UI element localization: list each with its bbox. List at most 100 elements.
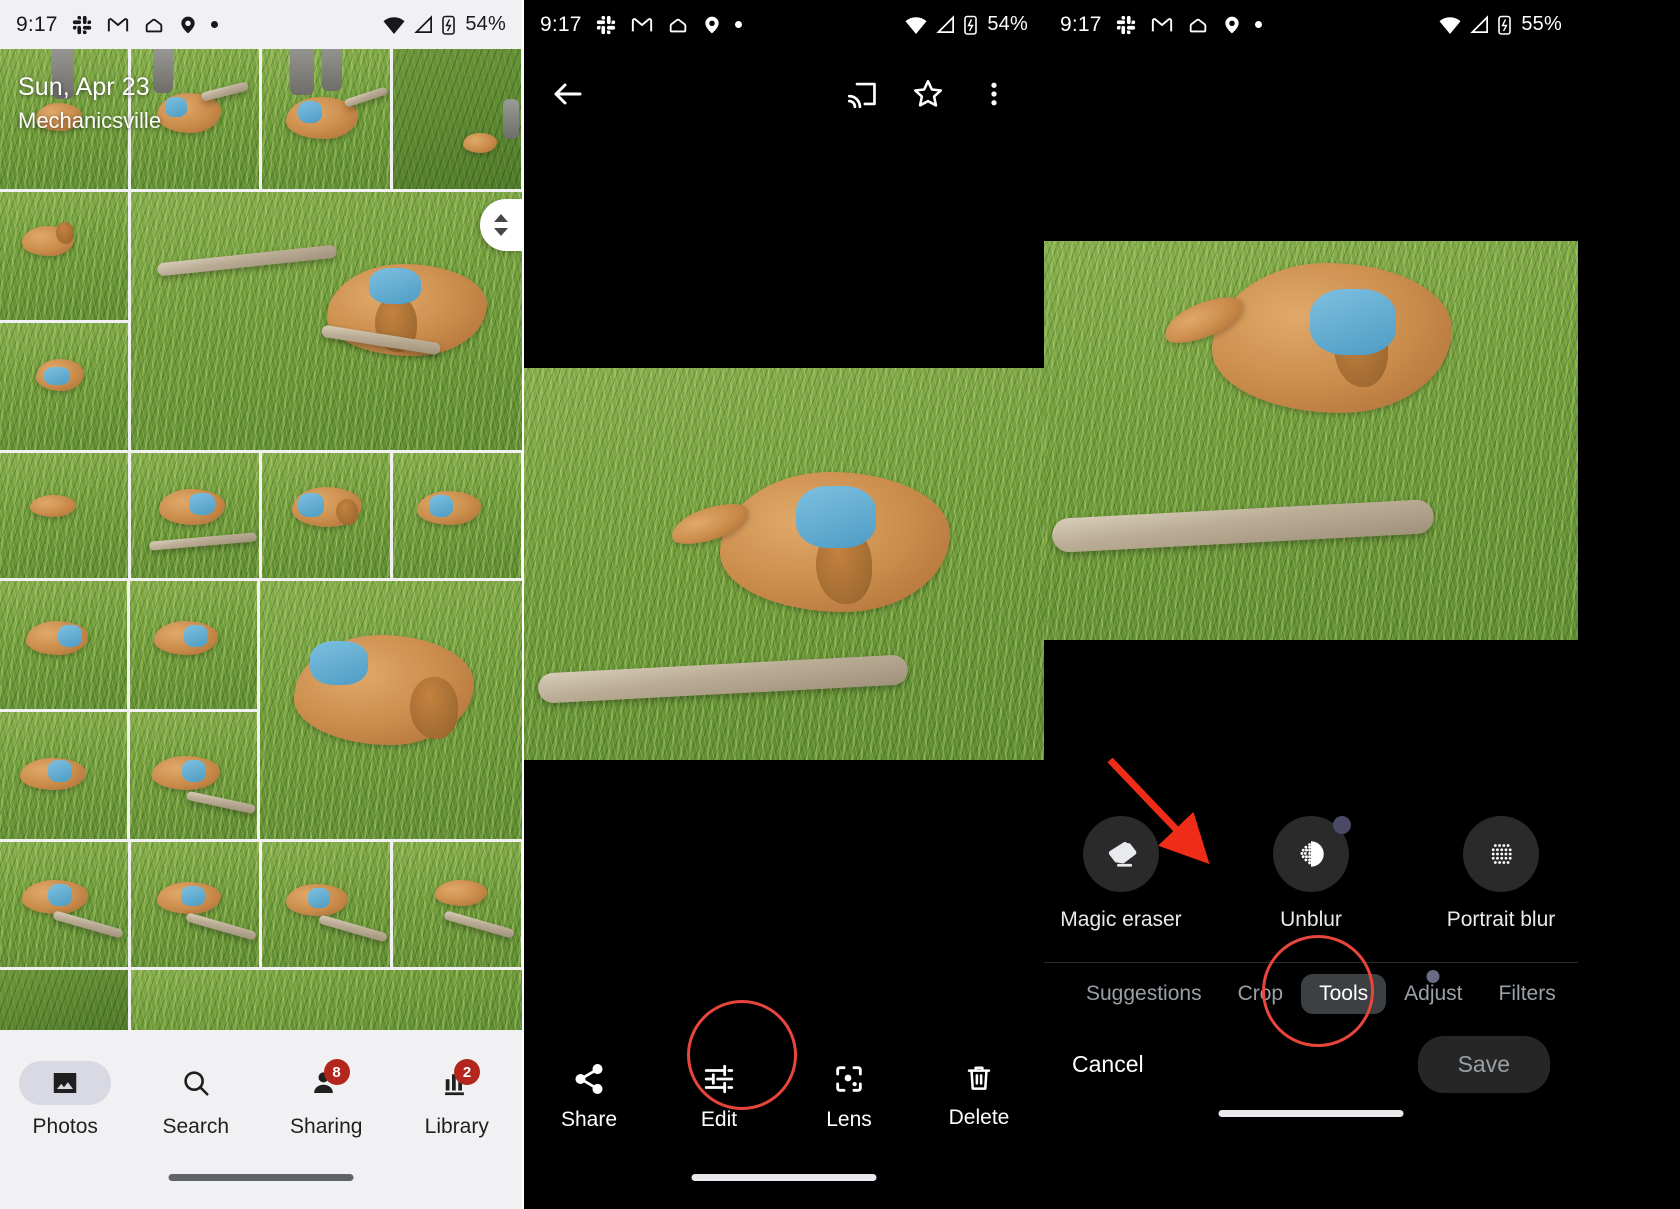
scroll-up-chevron-icon[interactable] xyxy=(494,214,508,222)
nav-item-photos[interactable]: Photos xyxy=(0,1061,131,1139)
photo-thumbnail[interactable] xyxy=(0,842,128,967)
tab-adjust-label: Adjust xyxy=(1404,981,1463,1005)
signal-icon xyxy=(414,14,433,33)
edit-sliders-icon xyxy=(704,1064,734,1094)
action-share[interactable]: Share xyxy=(524,1062,654,1132)
tool-portrait-blur[interactable]: Portrait blur xyxy=(1426,816,1576,932)
status-time: 9:17 xyxy=(1060,12,1102,36)
more-vert-icon[interactable] xyxy=(970,70,1018,118)
panel-photo-editor: 9:17 55% Magic eraser Unblur Portrait bl… xyxy=(1044,0,1578,1209)
action-edit[interactable]: Edit xyxy=(654,1062,784,1132)
grid-date-banner: Sun, Apr 23 Mechanicsville xyxy=(18,73,161,134)
photo-thumbnail[interactable] xyxy=(0,192,128,320)
tool-magic-eraser[interactable]: Magic eraser xyxy=(1046,816,1196,932)
battery-percent: 54% xyxy=(465,13,506,35)
lens-icon xyxy=(836,1066,862,1092)
photo-thumbnail[interactable] xyxy=(130,712,257,839)
trash-icon xyxy=(967,1066,991,1090)
photo-thumbnail[interactable] xyxy=(393,842,521,967)
home-indicator xyxy=(1218,1110,1404,1117)
battery-icon xyxy=(964,15,978,35)
photo-thumbnail[interactable] xyxy=(0,581,127,709)
editor-tools-row: Magic eraser Unblur Portrait blur xyxy=(1044,816,1578,956)
nav-label-photos: Photos xyxy=(32,1115,98,1138)
grid-row xyxy=(0,970,522,1030)
nav-item-sharing[interactable]: 8 Sharing xyxy=(261,1059,392,1139)
action-delete[interactable]: Delete xyxy=(914,1062,1044,1130)
badge-library: 2 xyxy=(454,1059,480,1085)
battery-percent: 54% xyxy=(987,13,1028,35)
overflow-dot-icon xyxy=(210,21,218,28)
photo-thumbnail[interactable] xyxy=(262,453,390,578)
viewer-photo[interactable] xyxy=(524,368,1044,760)
portrait-blur-icon xyxy=(1491,844,1512,864)
tool-label-unblur: Unblur xyxy=(1280,908,1342,931)
tab-suggestions[interactable]: Suggestions xyxy=(1068,974,1220,1014)
tab-filters[interactable]: Filters xyxy=(1481,974,1574,1014)
cast-icon[interactable] xyxy=(838,70,886,118)
star-icon[interactable] xyxy=(904,70,952,118)
photo-thumbnail[interactable] xyxy=(131,842,259,967)
nav-item-library[interactable]: 2 Library xyxy=(392,1059,523,1139)
home-icon xyxy=(1189,18,1206,32)
photo-thumbnail[interactable] xyxy=(393,49,521,189)
action-label-share: Share xyxy=(560,1108,618,1131)
wifi-icon xyxy=(1439,16,1461,34)
photos-icon xyxy=(54,1073,77,1093)
search-icon xyxy=(184,1071,209,1096)
photo-thumbnail[interactable] xyxy=(0,970,128,1030)
viewer-action-bar: Share Edit Lens Delete xyxy=(524,1034,1044,1209)
photo-thumbnail[interactable] xyxy=(260,581,522,839)
photo-thumbnail[interactable] xyxy=(130,581,257,709)
photo-thumbnail[interactable] xyxy=(262,842,390,967)
signal-icon xyxy=(1470,14,1489,33)
action-lens[interactable]: Lens xyxy=(784,1062,914,1132)
panel-photos-grid: 9:17 54% Sun, Apr 23 Mechanicsville Phot… xyxy=(0,0,522,1209)
photo-thumbnail[interactable] xyxy=(393,453,521,578)
wifi-icon xyxy=(905,16,927,34)
maps-pin-icon xyxy=(1225,16,1239,33)
grid-date: Sun, Apr 23 xyxy=(18,73,150,101)
status-time: 9:17 xyxy=(16,12,58,36)
slack-icon xyxy=(72,15,91,34)
editor-photo[interactable] xyxy=(1044,241,1578,640)
action-label-edit: Edit xyxy=(700,1108,738,1131)
tool-label-magic-eraser: Magic eraser xyxy=(1060,908,1182,931)
status-time: 9:17 xyxy=(540,12,582,36)
unblur-icon xyxy=(1300,841,1324,867)
photo-thumbnail[interactable] xyxy=(131,192,522,450)
wifi-icon xyxy=(383,16,405,34)
cancel-button[interactable]: Cancel xyxy=(1072,1051,1144,1078)
photo-thumbnail[interactable] xyxy=(0,712,127,839)
photo-grid[interactable]: Sun, Apr 23 Mechanicsville xyxy=(0,49,522,1043)
badge-sharing: 8 xyxy=(323,1059,350,1085)
save-button[interactable]: Save xyxy=(1417,1035,1550,1093)
nav-item-search[interactable]: Search xyxy=(131,1061,262,1139)
grid-location: Mechanicsville xyxy=(18,108,162,133)
photo-thumbnail[interactable] xyxy=(0,323,128,450)
scroll-down-chevron-icon[interactable] xyxy=(494,228,508,236)
tab-tools[interactable]: Tools xyxy=(1301,973,1387,1014)
tool-unblur[interactable]: Unblur xyxy=(1236,816,1386,932)
nav-label-sharing: Sharing xyxy=(290,1115,363,1138)
maps-pin-icon xyxy=(705,16,719,33)
grid-row xyxy=(0,842,522,967)
photo-thumbnail[interactable] xyxy=(262,49,390,189)
home-indicator xyxy=(691,1174,877,1181)
editor-footer: Cancel Save xyxy=(1044,1024,1578,1104)
grid-row xyxy=(0,192,522,450)
home-icon xyxy=(669,18,686,32)
gmail-icon xyxy=(1151,17,1172,31)
photo-thumbnail[interactable] xyxy=(131,970,522,1030)
photo-thumbnail[interactable] xyxy=(0,453,128,578)
tab-adjust[interactable]: Adjust xyxy=(1386,969,1480,1014)
overflow-dot-icon xyxy=(1254,21,1262,28)
back-arrow-icon[interactable] xyxy=(550,76,586,112)
tab-crop[interactable]: Crop xyxy=(1220,974,1302,1014)
slack-icon xyxy=(596,15,615,34)
photo-thumbnail[interactable] xyxy=(131,453,259,578)
share-icon xyxy=(575,1064,603,1094)
grid-row xyxy=(0,453,522,578)
overflow-dot-icon xyxy=(734,21,742,28)
viewer-top-bar xyxy=(524,49,1044,139)
